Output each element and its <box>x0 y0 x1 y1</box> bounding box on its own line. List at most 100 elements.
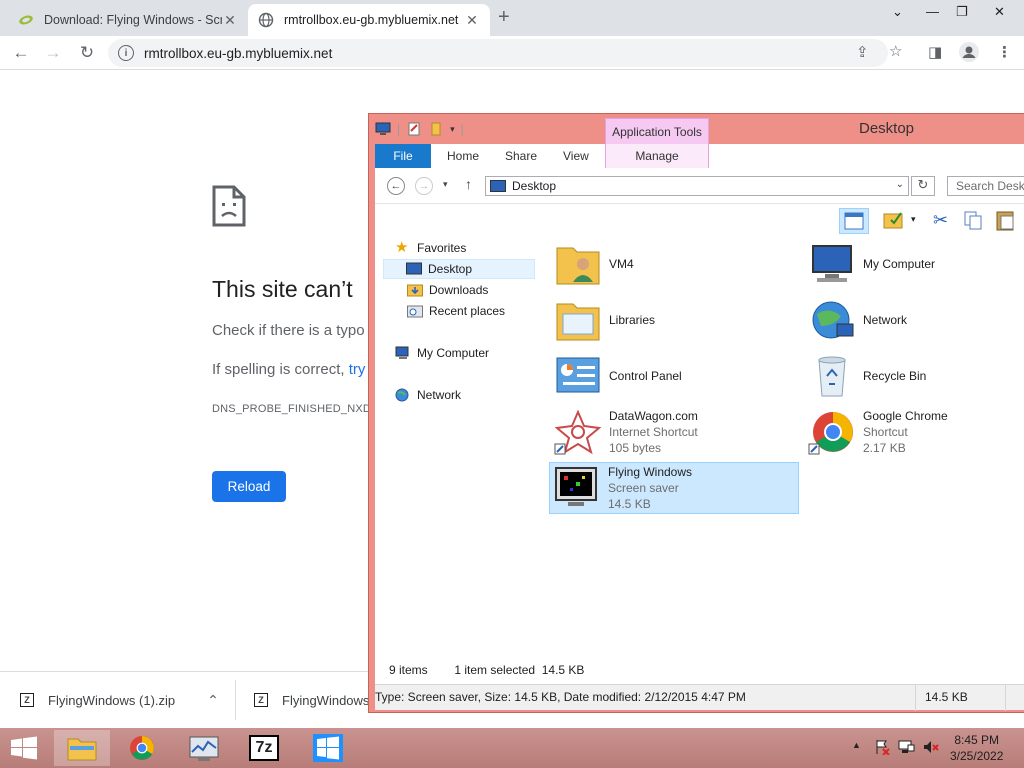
address-row: ← → ▾ ↑ Desktop ⌄ ↻ Search Deskto <box>375 168 1024 204</box>
details-bar: Type: Screen saver, Size: 14.5 KB, Date … <box>375 684 1024 711</box>
error-suggestion-text: If spelling is correct, <box>212 361 349 378</box>
file-item[interactable]: VM4 <box>551 238 801 290</box>
forward-arrow-icon[interactable]: → <box>415 177 433 195</box>
back-arrow-icon[interactable]: ← <box>387 177 405 195</box>
chevron-up-icon[interactable]: ⌃ <box>207 692 219 709</box>
forward-button[interactable]: → <box>42 42 64 64</box>
check-folder-icon[interactable] <box>883 210 905 233</box>
qat-dropdown-icon[interactable]: ▾ <box>450 124 455 135</box>
command-row: ▾ ✂ <box>375 204 1024 236</box>
new-folder-icon[interactable] <box>428 122 444 136</box>
windows-taskbar: 7z ▲ 8:45 PM 3/25/2022 <box>0 728 1024 768</box>
file-name: My Computer <box>863 257 936 271</box>
file-item[interactable]: Control Panel <box>551 350 801 402</box>
explorer-body: ← → ▾ ↑ Desktop ⌄ ↻ Search Deskto ▾ ✂ <box>375 168 1024 711</box>
nav-recent-places[interactable]: Recent places <box>407 301 505 321</box>
address-url: rmtrollbox.eu-gb.mybluemix.net <box>144 45 333 61</box>
taskbar-start-screen[interactable] <box>300 730 356 766</box>
start-button[interactable] <box>0 730 48 766</box>
menu-kebab-icon[interactable]: ⋮ <box>997 43 1012 61</box>
site-info-icon[interactable]: i <box>118 45 134 61</box>
explorer-address-bar[interactable]: Desktop ⌄ <box>485 176 909 196</box>
file-type: Internet Shortcut <box>609 425 698 439</box>
file-type: Shortcut <box>863 425 908 439</box>
refresh-icon[interactable]: ↻ <box>911 176 935 196</box>
bookmark-star-icon[interactable]: ☆ <box>889 42 902 60</box>
monitor-icon[interactable] <box>375 122 391 136</box>
screen-saver-icon <box>555 467 597 506</box>
selection-info: 1 item selected 14.5 KB <box>454 663 585 677</box>
file-name: Control Panel <box>609 369 682 383</box>
up-arrow-icon[interactable]: ↑ <box>465 176 472 192</box>
address-bar[interactable]: i rmtrollbox.eu-gb.mybluemix.net <box>108 39 888 67</box>
tab-download-page[interactable]: Download: Flying Windows - Scr ✕ <box>8 4 248 36</box>
download-filename: FlyingWindows (1).zip <box>48 692 176 708</box>
desktop-icon <box>490 180 506 192</box>
new-tab-button[interactable]: + <box>498 6 510 29</box>
profile-avatar-icon[interactable] <box>958 41 980 67</box>
tab-share[interactable]: Share <box>505 144 537 168</box>
back-button[interactable]: ← <box>10 42 32 64</box>
nav-label: Recent places <box>429 304 506 318</box>
close-window-icon[interactable]: ✕ <box>994 4 1005 20</box>
tab-error-page[interactable]: rmtrollbox.eu-gb.mybluemix.net ✕ <box>248 4 490 36</box>
nav-desktop[interactable]: Desktop <box>383 259 535 279</box>
taskbar-task-manager[interactable] <box>176 730 232 766</box>
tab-search-chevron-icon[interactable]: ⌄ <box>892 4 903 20</box>
reload-button[interactable]: Reload <box>212 471 286 502</box>
network-status-icon[interactable] <box>898 739 916 758</box>
properties-icon[interactable] <box>406 122 422 136</box>
restore-icon[interactable]: ❐ <box>956 4 968 20</box>
nav-favorites[interactable]: ★ Favorites <box>395 238 466 258</box>
file-item-selected[interactable]: Flying Windows Screen saver 14.5 KB <box>549 462 799 514</box>
user-folder-icon <box>556 247 600 285</box>
system-clock[interactable]: 8:45 PM 3/25/2022 <box>950 732 1003 764</box>
error-suggestion-1: Check if there is a typo <box>212 322 365 339</box>
tray-expand-icon[interactable]: ▲ <box>852 740 861 750</box>
copy-icon[interactable] <box>963 210 983 233</box>
nav-label: Downloads <box>429 283 489 297</box>
divider <box>915 685 916 711</box>
file-type: Screen saver <box>608 481 679 495</box>
context-tab-group-label: Application Tools <box>605 118 709 146</box>
nav-network[interactable]: Network <box>395 385 461 405</box>
taskbar-7zip[interactable]: 7z <box>236 730 292 766</box>
file-item[interactable]: My Computer <box>805 238 1024 290</box>
preview-pane-icon[interactable] <box>839 208 869 234</box>
file-item[interactable]: Recycle Bin <box>805 350 1024 402</box>
computer-icon <box>812 245 852 282</box>
recent-locations-icon[interactable]: ▾ <box>443 179 448 190</box>
side-panel-icon[interactable]: ◨ <box>928 43 942 61</box>
tab-close-icon[interactable]: ✕ <box>222 12 238 29</box>
taskbar-chrome[interactable] <box>114 730 170 766</box>
paste-icon[interactable] <box>995 209 1017 234</box>
action-center-flag-icon[interactable] <box>874 739 890 758</box>
taskbar-file-explorer[interactable] <box>54 730 110 766</box>
tab-view[interactable]: View <box>563 144 589 168</box>
file-item[interactable]: Network <box>805 294 1024 346</box>
file-item[interactable]: DataWagon.com Internet Shortcut 105 byte… <box>551 406 801 458</box>
reload-page-button[interactable]: ↻ <box>76 42 98 64</box>
download-filename: FlyingWindows <box>282 692 370 708</box>
file-name: Google Chrome <box>863 409 948 423</box>
select-dropdown-icon[interactable]: ▾ <box>911 214 916 225</box>
tab-manage[interactable]: Manage <box>605 144 709 168</box>
tab-close-icon[interactable]: ✕ <box>464 12 480 29</box>
explorer-search-input[interactable]: Search Deskto <box>947 176 1024 196</box>
tab-file[interactable]: File <box>375 144 431 168</box>
share-icon[interactable]: ⇪ <box>856 43 869 61</box>
file-item[interactable]: Google Chrome Shortcut 2.17 KB <box>805 406 1024 458</box>
tab-home[interactable]: Home <box>447 144 479 168</box>
download-item[interactable]: Z FlyingWindows (1).zip ⌃ <box>20 672 219 728</box>
download-item[interactable]: Z FlyingWindows <box>254 672 369 728</box>
address-dropdown-icon[interactable]: ⌄ <box>896 179 904 190</box>
file-item[interactable]: Libraries <box>551 294 801 346</box>
volume-muted-icon[interactable] <box>922 739 940 758</box>
nav-my-computer[interactable]: My Computer <box>395 343 489 363</box>
diagnostics-link[interactable]: try <box>349 361 366 378</box>
cut-icon[interactable]: ✂ <box>933 210 948 231</box>
quick-access-toolbar: | ▾ | <box>375 122 464 136</box>
nav-downloads[interactable]: Downloads <box>407 280 488 300</box>
status-bar: 9 items 1 item selected 14.5 KB <box>389 663 584 677</box>
minimize-icon[interactable]: — <box>926 4 939 19</box>
